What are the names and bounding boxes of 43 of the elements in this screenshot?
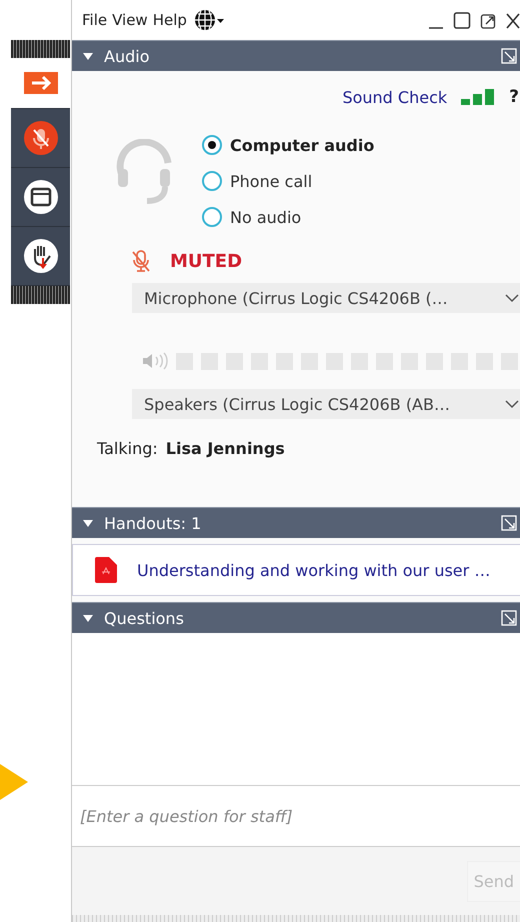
panel-title: Questions xyxy=(104,608,184,628)
hand-icon xyxy=(22,238,58,274)
muted-status: MUTED xyxy=(170,250,242,272)
panel-title: Audio xyxy=(104,46,150,66)
audio-option[interactable]: No audio xyxy=(202,199,374,235)
signal-bars-icon xyxy=(461,88,496,106)
help-button[interactable]: ? xyxy=(509,87,519,107)
speakers-dropdown[interactable]: Speakers (Cirrus Logic CS4206B (AB… xyxy=(132,389,520,419)
question-field[interactable]: [Enter a question for staff] xyxy=(72,786,520,847)
panel-header[interactable]: Audio xyxy=(72,40,520,71)
talking-label: Talking: xyxy=(97,439,158,458)
panel-header[interactable]: Handouts: 1 xyxy=(72,507,520,538)
popout-icon[interactable] xyxy=(501,515,517,531)
panel-header[interactable]: Questions xyxy=(72,602,520,633)
resize-grip[interactable] xyxy=(72,915,520,922)
microphone-dropdown[interactable]: Microphone (Cirrus Logic CS4206B (… xyxy=(132,283,520,313)
chevron-down-icon xyxy=(505,399,519,409)
pointer-arrow-icon xyxy=(0,764,28,800)
collapse-triangle-icon xyxy=(82,50,94,62)
drag-grip[interactable] xyxy=(11,286,70,304)
drag-grip[interactable] xyxy=(11,40,70,58)
maximize-icon[interactable] xyxy=(453,10,471,30)
chevron-down-icon xyxy=(505,293,519,303)
muted-microphone-icon xyxy=(130,249,152,273)
sound-check-link[interactable]: Sound Check xyxy=(342,88,448,106)
handout-item[interactable]: Understanding and working with our user … xyxy=(72,544,520,596)
microphone-icon xyxy=(22,120,58,156)
menu-item[interactable]: Help xyxy=(152,11,187,29)
collapse-triangle-icon xyxy=(82,612,94,624)
window-icon xyxy=(22,179,58,215)
collapse-triangle-icon xyxy=(82,517,94,529)
speaker-icon xyxy=(142,352,168,370)
audio-option[interactable]: Phone call xyxy=(202,163,374,199)
collapse-button[interactable] xyxy=(11,58,70,109)
talking-name: Lisa Jennings xyxy=(166,439,285,458)
panel-title: Handouts: 1 xyxy=(104,514,202,532)
menu-item[interactable]: File xyxy=(82,11,108,29)
menu-item[interactable]: View xyxy=(112,11,148,29)
pdf-file-icon xyxy=(95,557,117,583)
globe-icon[interactable] xyxy=(194,9,226,31)
audio-option[interactable]: Computer audio xyxy=(202,127,374,163)
popout-icon[interactable] xyxy=(501,610,517,626)
popout-icon[interactable] xyxy=(501,48,517,64)
